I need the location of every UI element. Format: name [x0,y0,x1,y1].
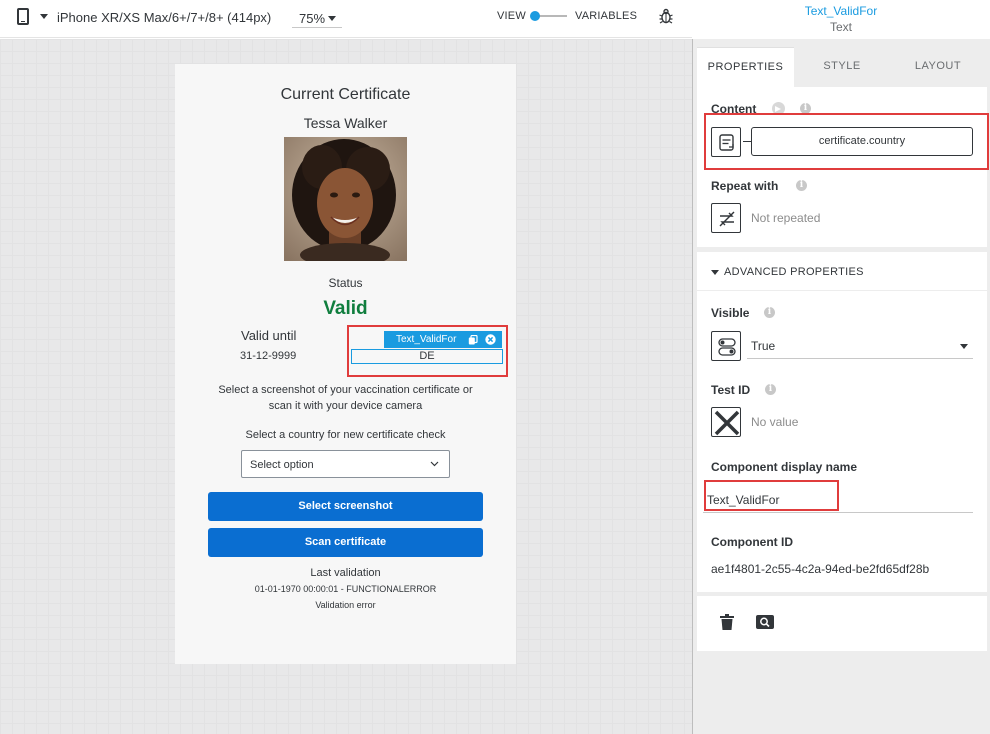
selected-component-type: Text [829,20,852,34]
valid-until-date[interactable]: 31-12-9999 [240,350,296,362]
instructions-line-2: scan it with your device camera [268,400,423,412]
design-canvas[interactable]: Current Certificate Tessa Walker Status … [0,39,692,734]
highlight-content-binding [704,113,989,170]
select-screenshot-button[interactable]: Select screenshot [208,492,483,521]
advanced-properties-section: ADVANCED PROPERTIES Visible i True Test … [697,252,987,592]
highlight-display-name [704,480,839,511]
visible-dropdown[interactable]: True [747,332,973,359]
divider [697,290,987,291]
component-id-value[interactable]: ae1f4801-2c55-4c2a-94ed-be2fd65df28b [711,562,929,576]
advanced-properties-toggle[interactable]: ADVANCED PROPERTIES [711,266,864,278]
test-id-label: Test ID [711,383,751,397]
page-title[interactable]: Current Certificate [175,86,516,104]
caret-down-icon [711,270,719,275]
top-toolbar: iPhone XR/XS Max/6+/7+/8+ (414px) 75% VI… [0,0,692,38]
instructions-text[interactable]: Select a screenshot of your vaccination … [175,382,516,414]
repeat-off-icon[interactable] [711,203,741,233]
status-label[interactable]: Status [175,276,516,290]
caret-down-icon[interactable] [40,14,48,19]
toggle-switch-icon[interactable] [711,331,741,361]
repeat-value: Not repeated [751,211,821,225]
info-icon[interactable]: i [764,307,775,318]
country-select[interactable]: Select option [241,450,450,478]
tab-properties[interactable]: PROPERTIES [697,47,794,87]
device-selector[interactable]: iPhone XR/XS Max/6+/7+/8+ (414px) [57,10,271,25]
zoom-value: 75% [299,11,326,26]
actions-section [697,596,987,651]
scan-certificate-button[interactable]: Scan certificate [208,528,483,557]
highlight-selected-component [347,325,508,377]
test-id-value: No value [751,415,799,429]
instructions-line-1: Select a screenshot of your vaccination … [218,384,473,396]
tab-layout[interactable]: LAYOUT [890,47,986,87]
component-id-label: Component ID [711,535,793,549]
phone-icon[interactable] [17,8,29,25]
repeat-label: Repeat with [711,179,779,193]
validation-error-text[interactable]: Validation error [175,600,516,610]
person-name[interactable]: Tessa Walker [175,115,516,131]
country-select-value: Select option [250,459,314,471]
selected-component-name[interactable]: Text_ValidFor [692,4,990,18]
advanced-properties-label: ADVANCED PROPERTIES [724,266,864,278]
display-name-label: Component display name [711,460,858,474]
bug-icon[interactable] [659,8,673,24]
chevron-down-icon [430,461,439,467]
valid-until-label[interactable]: Valid until [241,328,296,343]
status-value[interactable]: Valid [175,298,516,320]
caret-down-icon [960,344,968,349]
country-select-label[interactable]: Select a country for new certificate che… [175,429,516,441]
last-validation-detail[interactable]: 01-01-1970 00:00:01 - FUNCTIONALERROR [175,584,516,594]
info-icon[interactable]: i [765,384,776,395]
toggle-icon[interactable] [530,11,540,21]
last-validation-label[interactable]: Last validation [175,567,516,579]
panel-tabs: PROPERTIES STYLE LAYOUT [693,47,990,87]
caret-down-icon [328,16,336,21]
selection-breadcrumb: Text_ValidFor Text [692,0,990,38]
variables-toggle-label[interactable]: VARIABLES [575,10,637,22]
visible-value: True [751,339,776,353]
info-icon[interactable]: i [796,180,807,191]
zoom-selector[interactable]: 75% [292,6,342,28]
visible-label: Visible [711,306,750,320]
trash-icon[interactable] [720,614,734,630]
tab-style[interactable]: STYLE [794,47,890,87]
view-toggle-label[interactable]: VIEW [497,10,526,22]
avatar[interactable] [284,137,407,261]
cross-icon[interactable] [711,407,741,437]
search-icon[interactable] [756,615,774,629]
